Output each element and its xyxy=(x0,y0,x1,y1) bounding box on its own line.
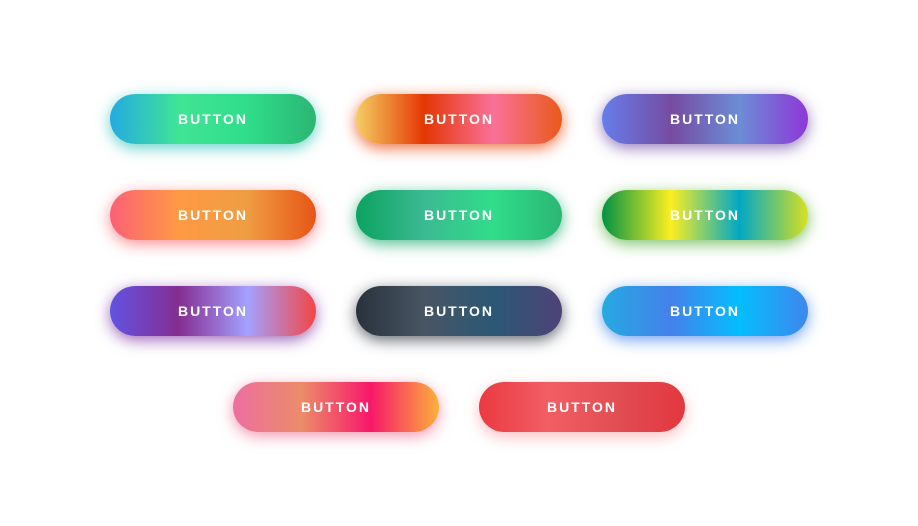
gradient-button-2[interactable]: BUTTON xyxy=(356,94,562,144)
gradient-button-3[interactable]: BUTTON xyxy=(602,94,808,144)
gradient-button-10[interactable]: BUTTON xyxy=(233,382,439,432)
gradient-button-11[interactable]: BUTTON xyxy=(479,382,685,432)
gradient-button-7[interactable]: BUTTON xyxy=(110,286,316,336)
gradient-button-8[interactable]: BUTTON xyxy=(356,286,562,336)
gradient-button-1[interactable]: BUTTON xyxy=(110,94,316,144)
gradient-button-5[interactable]: BUTTON xyxy=(356,190,562,240)
button-row-2: BUTTON BUTTON BUTTON xyxy=(110,190,808,240)
button-row-3: BUTTON BUTTON BUTTON xyxy=(110,286,808,336)
gradient-button-9[interactable]: BUTTON xyxy=(602,286,808,336)
button-row-4: BUTTON BUTTON xyxy=(233,382,685,432)
gradient-button-4[interactable]: BUTTON xyxy=(110,190,316,240)
button-row-1: BUTTON BUTTON BUTTON xyxy=(110,94,808,144)
gradient-button-6[interactable]: BUTTON xyxy=(602,190,808,240)
